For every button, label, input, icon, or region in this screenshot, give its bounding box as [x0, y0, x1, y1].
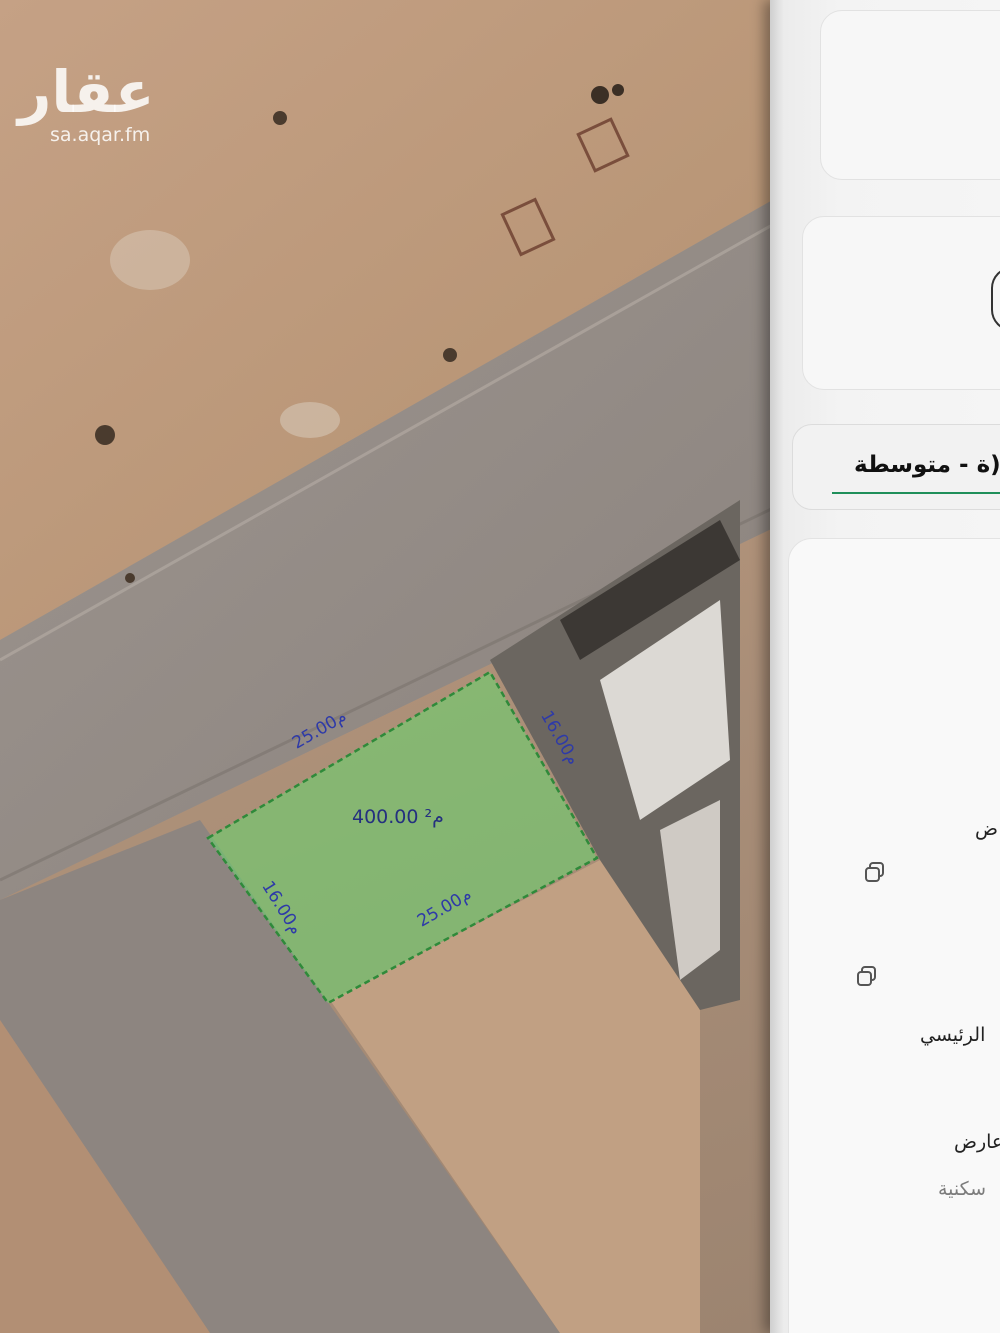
map-graphics — [0, 0, 790, 1333]
aqar-logo: عقار — [18, 58, 155, 126]
avatar[interactable] — [991, 267, 1000, 331]
aqar-watermark: عقار sa.aqar.fm — [18, 62, 155, 146]
satellite-map[interactable]: عقار sa.aqar.fm 25.00م 400.00 م² 16.00م … — [0, 0, 790, 1333]
copy-icon[interactable] — [862, 860, 888, 886]
copy-icon[interactable] — [854, 964, 880, 990]
screenshot: عقار sa.aqar.fm 25.00م 400.00 م² 16.00م … — [0, 0, 1000, 1333]
category-select-value: ة - متوسطة) — [854, 452, 1000, 478]
panel-card-top[interactable] — [820, 10, 1000, 180]
aqar-url: sa.aqar.fm — [50, 124, 151, 146]
detail-label-main: الرئيسي — [920, 1024, 986, 1046]
detail-value-residential: سكنية — [938, 1178, 987, 1200]
detail-label-street: عارض — [954, 1131, 1000, 1153]
detail-label-1: ض — [975, 818, 998, 840]
select-underline — [832, 492, 1000, 494]
listing-details-card — [788, 538, 1000, 1333]
plot-area-label: 400.00 م² — [352, 806, 444, 828]
listing-panel: ة - متوسطة) ض الرئيسي عارض سكنية — [770, 0, 1000, 1333]
panel-card-second[interactable] — [802, 216, 1000, 390]
